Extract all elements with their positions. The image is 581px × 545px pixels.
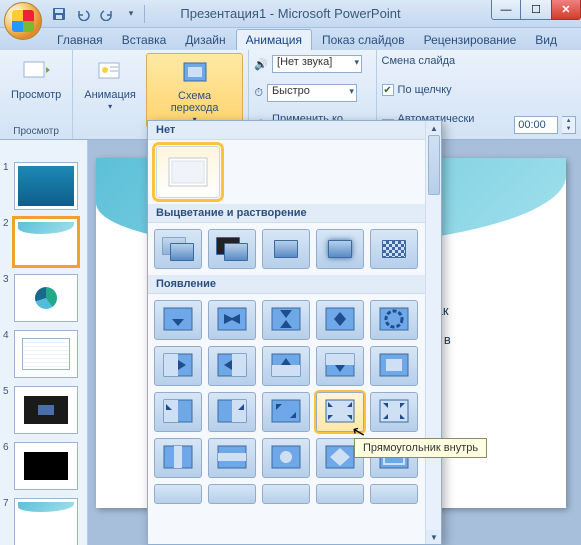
transition-wipe[interactable]: [262, 484, 310, 504]
thumb-row[interactable]: 7: [0, 494, 87, 545]
preview-button[interactable]: Просмотр: [5, 53, 67, 103]
transition-wipe[interactable]: [370, 346, 418, 386]
redo-icon[interactable]: [96, 3, 118, 25]
window-controls: — ☐ ✕: [491, 0, 581, 20]
transition-wipe[interactable]: [208, 438, 256, 478]
transition-scheme-icon: [179, 56, 211, 88]
thumb-row[interactable]: 5: [0, 382, 87, 438]
scroll-down-icon[interactable]: ▼: [426, 530, 442, 544]
tab-home[interactable]: Главная: [48, 30, 112, 50]
transition-fade-1[interactable]: [154, 229, 202, 269]
on-click-label: По щелчку: [398, 84, 452, 96]
thumb-row[interactable]: 4: [0, 326, 87, 382]
maximize-button[interactable]: ☐: [521, 0, 551, 20]
transition-wipe[interactable]: [154, 484, 202, 504]
transition-wipe[interactable]: [154, 392, 202, 432]
sound-row: 🔊 [Нет звука]: [254, 55, 362, 73]
preview-icon: [20, 55, 52, 87]
transition-wipe[interactable]: [154, 300, 202, 340]
transition-wipe[interactable]: [262, 346, 310, 386]
transition-wipe[interactable]: [208, 484, 256, 504]
office-button[interactable]: [4, 2, 42, 40]
slide-thumb-7[interactable]: [14, 498, 78, 545]
time-spinner[interactable]: ▲▼: [562, 116, 576, 134]
animate-button[interactable]: Анимация ▾: [78, 53, 142, 114]
transition-wipe[interactable]: [316, 484, 364, 504]
gallery-scrollbar[interactable]: ▲ ▼: [425, 121, 441, 544]
transition-wipe[interactable]: [262, 438, 310, 478]
transition-wipe[interactable]: [154, 346, 202, 386]
tab-slideshow[interactable]: Показ слайдов: [313, 30, 414, 50]
window-title: Презентация1 - Microsoft PowerPoint: [180, 6, 400, 21]
transition-scheme-button[interactable]: Схема перехода ▾: [146, 53, 243, 128]
tab-animations[interactable]: Анимация: [236, 29, 312, 50]
qat-customize-icon[interactable]: ▾: [120, 3, 142, 25]
thumb-row[interactable]: 3: [0, 270, 87, 326]
transition-gallery: Нет Выцветание и растворение Появление: [147, 120, 442, 545]
quick-access-toolbar: ▾: [48, 3, 142, 25]
advance-header: Смена слайда: [382, 55, 456, 67]
transition-wipe[interactable]: [208, 346, 256, 386]
close-button[interactable]: ✕: [551, 0, 581, 20]
transition-none[interactable]: [156, 146, 220, 198]
gallery-section-wipe: Появление: [148, 275, 441, 294]
animate-icon: [94, 55, 126, 87]
minimize-button[interactable]: —: [491, 0, 521, 20]
auto-time-field[interactable]: 00:00: [514, 116, 558, 134]
transition-wipe[interactable]: [370, 300, 418, 340]
gallery-wipe-grid: [148, 294, 441, 510]
transition-fade-5[interactable]: [370, 229, 418, 269]
sound-icon: 🔊: [254, 58, 268, 71]
tab-insert[interactable]: Вставка: [113, 30, 176, 50]
transition-wipe[interactable]: [208, 392, 256, 432]
transition-fade-2[interactable]: [208, 229, 256, 269]
tab-review[interactable]: Рецензирование: [415, 30, 526, 50]
save-icon[interactable]: [48, 3, 70, 25]
slide-thumb-5[interactable]: [14, 386, 78, 434]
scroll-thumb[interactable]: [428, 135, 440, 195]
slide-thumb-3[interactable]: [14, 274, 78, 322]
gallery-fade-grid: [148, 223, 441, 275]
transition-box-out[interactable]: [370, 392, 418, 432]
scroll-up-icon[interactable]: ▲: [426, 121, 442, 135]
tab-design[interactable]: Дизайн: [176, 30, 234, 50]
ribbon-group-preview: Просмотр Просмотр: [0, 50, 73, 139]
transition-fade-4[interactable]: [316, 229, 364, 269]
tab-view[interactable]: Вид: [526, 30, 566, 50]
transition-fade-3[interactable]: [262, 229, 310, 269]
thumb-row[interactable]: 6: [0, 438, 87, 494]
transition-wipe[interactable]: [208, 300, 256, 340]
transition-tooltip: Прямоугольник внутрь: [354, 438, 487, 458]
ribbon-tabs: Главная Вставка Дизайн Анимация Показ сл…: [0, 28, 581, 50]
transition-wipe[interactable]: [262, 300, 310, 340]
transition-wipe[interactable]: [262, 392, 310, 432]
slide-thumb-4[interactable]: [14, 330, 78, 378]
transition-wipe[interactable]: [316, 346, 364, 386]
slide-thumb-6[interactable]: [14, 442, 78, 490]
preview-group-label: Просмотр: [13, 125, 59, 138]
slide-thumbnails-pane: 1 2 3 4 5 6 7: [0, 140, 88, 545]
on-click-row[interactable]: ✔ По щелчку: [382, 84, 452, 96]
animate-label: Анимация: [84, 89, 136, 101]
sound-combo[interactable]: [Нет звука]: [272, 55, 362, 73]
qat-separator: [144, 5, 145, 23]
speed-icon: ⏱: [254, 87, 263, 100]
scheme-label: Схема перехода: [153, 90, 236, 114]
thumb-row[interactable]: 1: [0, 158, 87, 214]
slide-thumb-2[interactable]: [14, 218, 78, 266]
dropdown-icon: ▾: [108, 103, 112, 112]
thumb-row[interactable]: 2: [0, 214, 87, 270]
on-click-checkbox[interactable]: ✔: [382, 84, 394, 96]
gallery-section-fade: Выцветание и растворение: [148, 204, 441, 223]
slide-thumb-1[interactable]: [14, 162, 78, 210]
transition-wipe[interactable]: [316, 300, 364, 340]
undo-icon[interactable]: [72, 3, 94, 25]
transition-wipe[interactable]: [370, 484, 418, 504]
preview-label: Просмотр: [11, 89, 61, 101]
titlebar: ▾ Презентация1 - Microsoft PowerPoint — …: [0, 0, 581, 28]
gallery-section-none: Нет: [148, 121, 441, 140]
speed-combo[interactable]: Быстро: [267, 84, 357, 102]
transition-wipe[interactable]: [154, 438, 202, 478]
speed-row: ⏱ Быстро: [254, 84, 357, 102]
